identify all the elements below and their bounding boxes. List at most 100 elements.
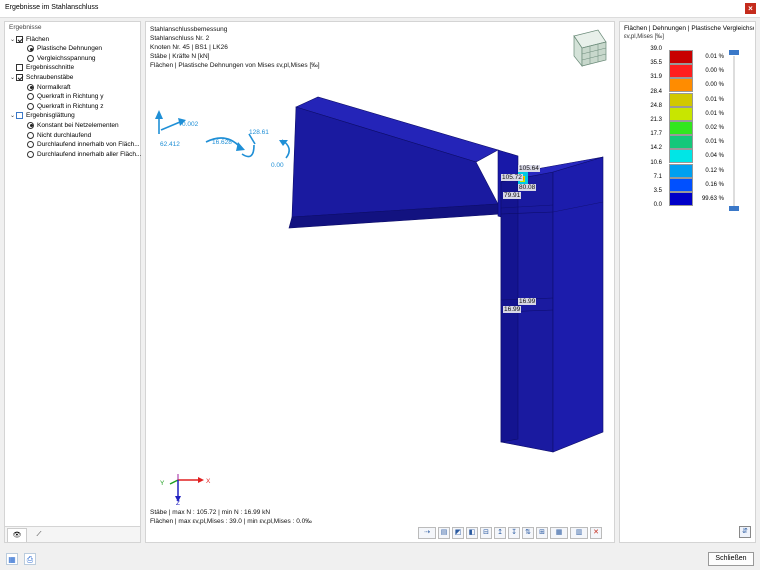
tree-radio[interactable]: [27, 121, 34, 129]
results-navigator: Ergebnisse ⌄ Flächen Plastische Dehnungen V…: [4, 21, 141, 543]
bolt-label-6: 16.99: [503, 306, 522, 313]
view-iso-button[interactable]: ⊞: [536, 527, 548, 539]
display-mode-button[interactable]: ⇢: [418, 527, 436, 539]
tree-radio[interactable]: [27, 150, 34, 158]
tree-item-12[interactable]: Durchlaufend innerhalb aller Fläch...: [27, 149, 141, 159]
tree-item-5[interactable]: Normalkraft: [27, 82, 71, 92]
legend-swatch: [669, 92, 693, 107]
legend-swatch: [669, 78, 693, 93]
close-window-button[interactable]: ×: [745, 3, 756, 14]
bolt-label-3: 80.08: [518, 184, 537, 191]
tree-item-label: Vergleichsspannung: [37, 54, 96, 62]
results-tab[interactable]: ⟋: [29, 528, 49, 542]
reset-view-button[interactable]: ✕: [590, 527, 602, 539]
tree-radio[interactable]: [27, 83, 34, 91]
view-cube-icon[interactable]: [573, 29, 607, 67]
tree-radio[interactable]: [27, 102, 34, 110]
window-title: Ergebnisse im Stahlanschluss: [5, 4, 99, 11]
legend-value: 0.0: [653, 202, 662, 209]
tree-item-11[interactable]: Durchlaufend innerhalb von Fläch...: [27, 140, 140, 150]
view-x-button[interactable]: ↥: [494, 527, 506, 539]
iso-view-button[interactable]: ◩: [452, 527, 464, 539]
view-y-button[interactable]: ↧: [508, 527, 520, 539]
legend-title: Flächen | Dehnungen | Plastische Verglei…: [624, 25, 754, 32]
chevron-down-icon[interactable]: ⌄: [9, 36, 16, 43]
legend-value: 31.9: [650, 74, 662, 81]
tree-item-label: Ergebnisglättung: [26, 112, 75, 120]
layout-button[interactable]: ▥: [570, 527, 588, 539]
legend-slider[interactable]: [724, 48, 744, 218]
tree-item-label: Schraubenstäbe: [26, 73, 74, 81]
result-values-button[interactable]: ▤: [438, 527, 450, 539]
column-web: [552, 156, 604, 453]
view-options-button[interactable]: ▦: [550, 527, 568, 539]
tree-item-9[interactable]: Konstant bei Netzelementen: [27, 120, 119, 130]
legend-swatch: [669, 50, 693, 64]
tree-item-label: Konstant bei Netzelementen: [37, 121, 119, 129]
legend-swatch: [669, 192, 693, 206]
tree-item-label: Ergebnisschnitte: [26, 64, 75, 72]
print-icon[interactable]: ⎙: [24, 553, 36, 565]
tree-radio[interactable]: [27, 45, 34, 53]
title-bar: Ergebnisse im Stahlanschluss ×: [0, 0, 760, 18]
tree-radio[interactable]: [27, 54, 34, 62]
close-button[interactable]: Schließen: [708, 552, 754, 566]
tree-item-1[interactable]: Plastische Dehnungen: [27, 44, 102, 54]
tree-item-8[interactable]: ⌄ Ergebnisglättung: [9, 111, 75, 121]
legend-value: 21.3: [650, 117, 662, 123]
tree-item-label: Plastische Dehnungen: [37, 45, 103, 53]
legend-value: 7.1: [653, 173, 662, 180]
export-icon[interactable]: ▦: [6, 553, 18, 565]
tree-checkbox[interactable]: [16, 112, 23, 120]
legend-value: 24.8: [650, 102, 662, 109]
legend-slider-bottom-handle[interactable]: [729, 206, 739, 211]
legend-slider-top-handle[interactable]: [729, 50, 739, 55]
legend-swatch: [669, 177, 693, 192]
tree-item-0[interactable]: ⌄ Flächen: [9, 34, 49, 44]
legend-settings-icon[interactable]: ⇵: [739, 526, 751, 538]
tree-item-label: Durchlaufend innerhalb aller Fläch...: [37, 150, 142, 158]
tree-item-2[interactable]: Vergleichsspannung: [27, 53, 96, 63]
tree-item-6[interactable]: Querkraft in Richtung y: [27, 92, 103, 102]
navigator-header: Ergebnisse: [9, 24, 42, 31]
load-label-4: 128.61: [249, 129, 269, 136]
legend-unit: εv,pl,Mises [‰]: [624, 34, 664, 40]
bolt-label-1: 105.64: [518, 165, 540, 172]
bolt-label-4: 79.91: [503, 192, 522, 199]
tree-radio[interactable]: [27, 93, 34, 101]
tree-item-3[interactable]: Ergebnisschnitte: [9, 63, 74, 73]
load-label-1: 0.002: [182, 121, 199, 128]
axis-z-label: Z: [176, 500, 180, 507]
bolt-label-2: 105.72: [501, 174, 523, 181]
tree-item-4[interactable]: ⌄ Schraubenstäbe: [9, 72, 73, 82]
legend-percent: 0.00 %: [705, 82, 724, 89]
legend-panel: Flächen | Dehnungen | Plastische Verglei…: [619, 21, 756, 543]
render-button[interactable]: ◧: [466, 527, 478, 539]
legend-swatch: [669, 149, 693, 164]
tree-item-10[interactable]: Nicht durchlaufend: [27, 130, 91, 140]
deformation-button[interactable]: ⊟: [480, 527, 492, 539]
dialog-footer: ▦ ⎙ Schließen: [0, 548, 760, 570]
view-z-button[interactable]: ⇅: [522, 527, 534, 539]
tree-item-label: Durchlaufend innerhalb von Fläch...: [37, 141, 140, 149]
tree-radio[interactable]: [27, 141, 34, 149]
viewport-toolbar: ⇢ ▤ ◩ ◧ ⊟ ↥ ↧ ⇅ ⊞ ▦ ▥ ✕: [418, 527, 602, 541]
chevron-down-icon[interactable]: ⌄: [9, 74, 16, 81]
legend-percent: 99.63 %: [701, 196, 724, 202]
tree-radio[interactable]: [27, 131, 34, 139]
load-symbols: [155, 110, 290, 159]
load-label-2: 62.412: [160, 141, 180, 148]
legend-swatch: [669, 64, 693, 79]
tree-item-label: Flächen: [26, 35, 50, 43]
legend-percent: 0.01 %: [705, 110, 724, 117]
chevron-down-icon[interactable]: ⌄: [9, 112, 16, 119]
load-label-3: 16.628: [212, 139, 232, 146]
legend-swatch: [669, 163, 693, 178]
bolt-icon: ⟋: [36, 531, 42, 538]
tree-checkbox[interactable]: [16, 35, 23, 43]
tree-checkbox[interactable]: [16, 73, 23, 81]
tree-item-7[interactable]: Querkraft in Richtung z: [27, 101, 103, 111]
graphics-viewport[interactable]: Stahlanschlussbemessung Stahlanschluss N…: [145, 21, 615, 543]
tree-checkbox[interactable]: [16, 64, 23, 72]
display-tab[interactable]: 👁: [7, 528, 27, 542]
